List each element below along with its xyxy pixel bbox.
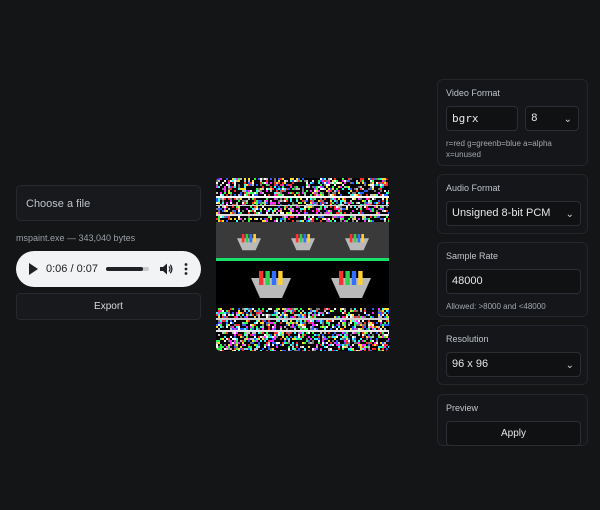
file-info: mspaint.exe — 343,040 bytes <box>16 233 136 243</box>
export-button[interactable]: Export <box>16 293 201 320</box>
resolution-title: Resolution <box>446 334 489 344</box>
resolution-panel: Resolution 96 x 96 ⌄ <box>437 325 588 385</box>
sample-rate-help: Allowed: >8000 and <48000 <box>446 302 546 311</box>
audio-format-value: Unsigned 8-bit PCM <box>452 207 551 219</box>
chevron-down-icon: ⌄ <box>565 209 574 220</box>
audio-player[interactable]: 0:06 / 0:07 <box>16 251 201 287</box>
apply-button[interactable]: Apply <box>446 421 581 446</box>
audio-format-panel: Audio Format Unsigned 8-bit PCM ⌄ <box>437 174 588 234</box>
player-progress[interactable] <box>106 267 149 271</box>
preview-panel: Preview Apply <box>437 394 588 446</box>
audio-format-select[interactable]: Unsigned 8-bit PCM ⌄ <box>446 201 581 226</box>
video-format-help: r=red g=greenb=blue a=alpha x=unused <box>446 139 552 159</box>
resolution-select[interactable]: 96 x 96 ⌄ <box>446 352 581 377</box>
volume-icon[interactable] <box>159 262 173 276</box>
sample-rate-input[interactable]: 48000 <box>446 269 581 294</box>
bits-select[interactable]: 8 ⌄ <box>525 106 579 131</box>
sample-rate-panel: Sample Rate 48000 Allowed: >8000 and <48… <box>437 242 588 317</box>
play-icon[interactable] <box>26 262 40 276</box>
sample-rate-title: Sample Rate <box>446 251 499 261</box>
more-vert-icon[interactable] <box>181 262 191 276</box>
pixel-format-input[interactable]: bgrx <box>446 106 519 131</box>
resolution-value: 96 x 96 <box>452 358 489 370</box>
left-column: Choose a file mspaint.exe — 343,040 byte… <box>16 185 201 320</box>
chevron-down-icon: ⌄ <box>565 360 574 371</box>
chevron-down-icon: ⌄ <box>563 114 572 125</box>
file-picker[interactable]: Choose a file <box>16 185 201 221</box>
bits-select-value: 8 <box>531 112 538 124</box>
preview-title: Preview <box>446 403 479 413</box>
file-picker-label: Choose a file <box>26 198 91 210</box>
player-time: 0:06 / 0:07 <box>46 263 98 275</box>
video-format-panel: Video Format bgrx 8 ⌄ r=red g=greenb=blu… <box>437 79 588 166</box>
audio-format-title: Audio Format <box>446 183 501 193</box>
video-format-title: Video Format <box>446 88 500 98</box>
player-progress-fill <box>106 267 143 271</box>
preview-image <box>216 178 389 351</box>
